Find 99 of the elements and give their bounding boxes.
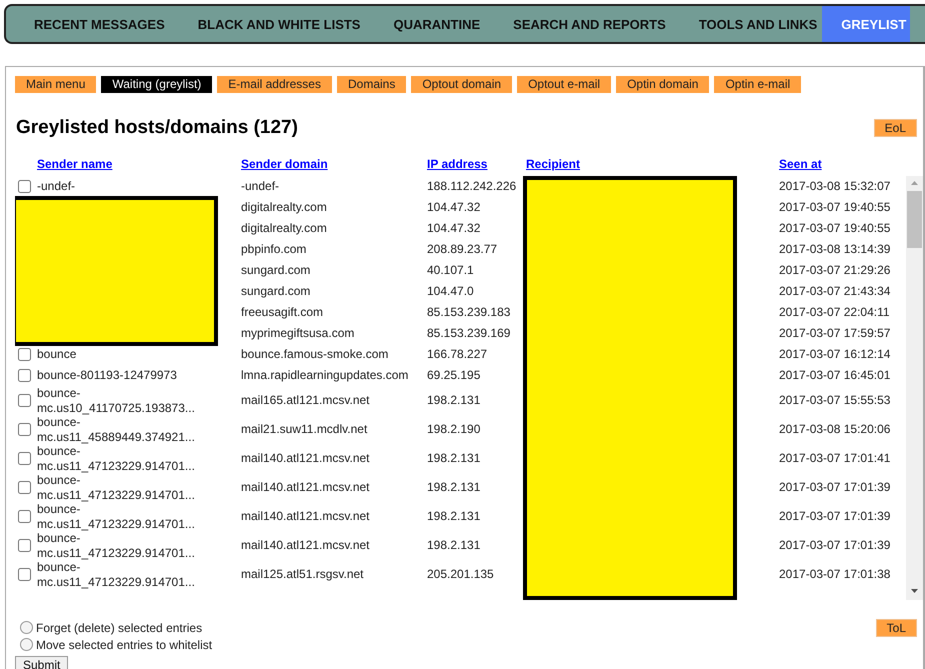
column-header-link[interactable]: Sender name: [37, 157, 112, 173]
submenu-tab[interactable]: Optout domain: [411, 76, 512, 93]
seen-at-time: 2017-03-07 17:01:39: [779, 538, 892, 553]
submenu-tab[interactable]: Domains: [336, 76, 406, 93]
submit-button[interactable]: Submit: [15, 656, 68, 669]
sender-name: bounce-mc.us11_47123229.914701...: [37, 444, 196, 473]
tol-button[interactable]: ToL: [876, 619, 917, 637]
sender-name: bounce-801193-12479973: [37, 368, 178, 383]
ip-address: 85.153.239.169: [427, 326, 512, 341]
page-heading: Greylisted hosts/domains (127): [16, 117, 298, 139]
radio-button[interactable]: [20, 621, 33, 634]
column-header-link[interactable]: Sender domain: [241, 157, 328, 173]
ip-address: 198.2.131: [427, 509, 482, 524]
nav-tab[interactable]: TOOLS AND LINKS: [670, 6, 822, 42]
seen-at-time: 2017-03-07 17:01:39: [779, 509, 892, 524]
sender-domain: mail140.atl121.mcsv.net: [241, 509, 371, 524]
seen-at-time: 2017-03-07 16:12:14: [779, 347, 892, 362]
ip-address: 198.2.131: [427, 451, 482, 466]
sender-name: bounce: [37, 347, 78, 362]
option-label: Move selected entries to whitelist: [36, 638, 212, 652]
sender-domain: sungard.com: [241, 263, 312, 278]
column-header-link[interactable]: Recipient: [526, 157, 580, 173]
eol-button[interactable]: EoL: [874, 119, 917, 137]
row-checkbox[interactable]: [18, 452, 31, 465]
ip-address: 198.2.131: [427, 480, 482, 495]
submenu-tab[interactable]: Waiting (greylist): [101, 76, 212, 93]
sender-name: bounce-mc.us11_47123229.914701...: [37, 473, 196, 502]
sender-domain: myprimegiftsusa.com: [241, 326, 356, 341]
row-checkbox[interactable]: [18, 180, 31, 193]
seen-at-time: 2017-03-08 15:32:07: [779, 179, 892, 194]
nav-tab[interactable]: QUARANTINE: [365, 6, 486, 42]
row-checkbox[interactable]: [18, 481, 31, 494]
sender-domain: mail140.atl121.mcsv.net: [241, 451, 371, 466]
ip-address: 198.2.190: [427, 422, 482, 437]
sender-domain: mail165.atl121.mcsv.net: [241, 393, 371, 408]
sender-name: bounce-mc.us11_45889449.374921...: [37, 415, 196, 444]
sender-domain: mail125.atl51.rsgsv.net: [241, 567, 365, 582]
ip-address: 205.201.135: [427, 567, 495, 582]
ip-address: 208.89.23.77: [427, 242, 498, 257]
ip-address: 104.47.0: [427, 284, 475, 299]
sender-name: bounce-mc.us10_41170725.193873...: [37, 386, 196, 415]
row-checkbox[interactable]: [18, 369, 31, 382]
scrollbar[interactable]: [906, 176, 923, 600]
sender-name: -undef-: [37, 179, 76, 194]
sender-domain: mail140.atl121.mcsv.net: [241, 480, 371, 495]
ip-address: 166.78.227: [427, 347, 488, 362]
row-checkbox[interactable]: [18, 568, 31, 581]
seen-at-time: 2017-03-07 21:29:26: [779, 263, 892, 278]
ip-address: 40.107.1: [427, 263, 475, 278]
sender-domain: digitalrealty.com: [241, 221, 328, 236]
seen-at-time: 2017-03-08 15:20:06: [779, 422, 892, 437]
nav-tab[interactable]: GREYLIST: [822, 6, 910, 42]
sender-name: bounce-mc.us11_47123229.914701...: [37, 502, 196, 531]
ip-address: 188.112.242.226: [427, 179, 518, 194]
sender-domain: freeusagift.com: [241, 305, 324, 320]
ip-address: 104.47.32: [427, 221, 482, 236]
sender-domain: mail21.suw11.mcdlv.net: [241, 422, 368, 437]
sender-domain: -undef-: [241, 179, 280, 194]
nav-tab[interactable]: BLACK AND WHITE LISTS: [170, 6, 366, 42]
ip-address: 69.25.195: [427, 368, 482, 383]
row-checkbox[interactable]: [18, 423, 31, 436]
row-checkbox[interactable]: [18, 348, 31, 361]
submenu-tab[interactable]: Optin e-mail: [714, 76, 802, 93]
sender-domain: digitalrealty.com: [241, 200, 328, 215]
sender-domain: bounce.famous-smoke.com: [241, 347, 390, 362]
seen-at-time: 2017-03-07 21:43:34: [779, 284, 892, 299]
seen-at-time: 2017-03-07 17:01:41: [779, 451, 892, 466]
option-label: Forget (delete) selected entries: [36, 620, 202, 634]
ip-address: 198.2.131: [427, 393, 482, 408]
seen-at-time: 2017-03-08 13:14:39: [779, 242, 892, 257]
column-header-link[interactable]: IP address: [427, 157, 488, 173]
sender-domain: lmna.rapidlearningupdates.com: [241, 368, 410, 383]
ip-address: 104.47.32: [427, 200, 482, 215]
sender-domain: sungard.com: [241, 284, 312, 299]
row-checkbox[interactable]: [18, 539, 31, 552]
submenu-tab[interactable]: E-mail addresses: [217, 76, 332, 93]
sender-name: bounce-mc.us11_47123229.914701...: [37, 560, 196, 589]
seen-at-time: 2017-03-07 17:01:39: [779, 480, 892, 495]
seen-at-time: 2017-03-07 22:04:11: [779, 305, 891, 320]
nav-tab[interactable]: SEARCH AND REPORTS: [485, 6, 671, 42]
submenu-tab[interactable]: Main menu: [15, 76, 96, 93]
seen-at-time: 2017-03-07 15:55:53: [779, 393, 892, 408]
ip-address: 85.153.239.183: [427, 305, 512, 320]
submenu-tab[interactable]: Optin domain: [616, 76, 710, 93]
sender-name: bounce-mc.us11_47123229.914701...: [37, 531, 196, 560]
sender-domain: pbpinfo.com: [241, 242, 308, 257]
column-header-link[interactable]: Seen at: [779, 157, 822, 173]
seen-at-time: 2017-03-07 19:40:55: [779, 221, 892, 236]
nav-tab[interactable]: RECENT MESSAGES: [6, 6, 170, 42]
seen-at-time: 2017-03-07 17:01:38: [779, 567, 892, 582]
row-checkbox[interactable]: [18, 510, 31, 523]
submenu-tab[interactable]: Optout e-mail: [517, 76, 612, 93]
sender-domain: mail140.atl121.mcsv.net: [241, 538, 371, 553]
row-checkbox[interactable]: [18, 394, 31, 407]
seen-at-time: 2017-03-07 17:59:57: [779, 326, 892, 341]
radio-button[interactable]: [20, 638, 33, 651]
ip-address: 198.2.131: [427, 538, 482, 553]
seen-at-time: 2017-03-07 19:40:55: [779, 200, 892, 215]
seen-at-time: 2017-03-07 16:45:01: [779, 368, 892, 383]
